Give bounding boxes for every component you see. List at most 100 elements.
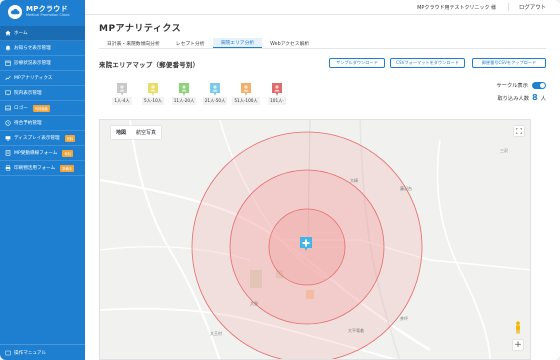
map-type-roadmap[interactable]: 地図 — [111, 126, 131, 139]
csv-format-download-button[interactable]: CSVフォーマットをダウンロード — [390, 58, 465, 68]
sidebar: MPクラウド Medical Promotion Cloud ホーム お知らせ表… — [0, 0, 85, 360]
clock-icon — [5, 120, 11, 126]
sidebar-item-in-clinic[interactable]: 院内表示管理 — [0, 86, 85, 101]
paid-badge: 有料 — [62, 149, 73, 157]
page-title: MPアナリティクス — [99, 24, 182, 34]
tab-web-access[interactable]: Webアクセス解析 — [262, 38, 317, 48]
sidebar-item-mp-form[interactable]: MP受動導線フォーム 有料 — [0, 146, 85, 161]
legend-label: 51人-100人 — [232, 97, 260, 105]
section-title: 来院エリアマップ（郵便番号別） — [99, 61, 200, 69]
print-icon — [5, 165, 11, 171]
home-icon — [5, 30, 11, 36]
top-bar: MPクラウド用テストクリニック 様 ログアウト — [85, 0, 560, 15]
map-type-satellite[interactable]: 航空写真 — [131, 126, 161, 139]
sidebar-nav: ホーム お知らせ表示管理 診療状況表示管理 MPアナリティクス 院内表示管理 ロ… — [0, 26, 85, 176]
manual-label: 操作マニュアル — [14, 350, 47, 356]
circle-display-toggle[interactable] — [532, 81, 546, 89]
legend-item: 51人-100人 — [232, 81, 260, 105]
manual-link[interactable]: 操作マニュアル — [0, 344, 85, 360]
sample-download-button[interactable]: サンプルダウンロード — [329, 58, 385, 68]
sidebar-item-label: MP受動導線フォーム — [14, 151, 58, 156]
display-icon — [5, 135, 11, 141]
sidebar-item-label: ディスプレイ表示管理 — [14, 136, 60, 141]
sidebar-item-print-form[interactable]: 印刷物活用フォーム 準備中 — [0, 161, 85, 176]
sidebar-item-home[interactable]: ホーム — [0, 26, 85, 41]
logout-link[interactable]: ログアウト — [508, 3, 546, 11]
brand-subtitle: Medical Promotion Cloud — [26, 13, 70, 18]
tab-daily-trend[interactable]: 日計表・来院数傾向分析 — [99, 38, 168, 48]
sidebar-item-label: MPアナリティクス — [14, 76, 53, 81]
cloud-logo-icon — [8, 5, 22, 19]
map-place-label: 三沢 — [500, 147, 508, 153]
legend-item: 1人-4人 — [111, 81, 133, 105]
map-pin-icon — [179, 81, 189, 96]
sidebar-item-logo[interactable]: ロゴー 有料機能 — [0, 101, 85, 116]
brand-name: MPクラウド — [26, 5, 68, 14]
clinic-location-icon[interactable] — [300, 236, 312, 251]
sidebar-item-analytics[interactable]: MPアナリティクス — [0, 71, 85, 86]
sidebar-item-label: 待合予約管理 — [14, 121, 42, 126]
legend-label: 11人-20人 — [171, 97, 197, 105]
sidebar-item-schedule[interactable]: 診療状況表示管理 — [0, 56, 85, 71]
legend-label: 5人-10人 — [142, 97, 164, 105]
sidebar-item-label: 院内表示管理 — [14, 91, 42, 96]
load-count-value: 8 — [532, 93, 538, 102]
legend-label: 1人-4人 — [112, 97, 132, 105]
street-view-pegman-icon[interactable] — [514, 319, 522, 334]
image-icon — [5, 105, 11, 111]
legend-item: 101人- — [266, 81, 288, 105]
legend-item: 5人-10人 — [142, 81, 164, 105]
circle-display-label: サークル表示 — [496, 83, 528, 89]
circle-display-control: サークル表示 — [496, 81, 546, 89]
sidebar-item-label: ホーム — [14, 31, 28, 36]
monitor-icon — [5, 90, 11, 96]
legend-label: 101人- — [268, 97, 286, 105]
sidebar-item-label: ロゴー — [14, 106, 28, 111]
map-place-label: 大王村 — [210, 330, 222, 336]
bell-icon — [5, 45, 11, 51]
tab-visit-area[interactable]: 来院エリア分析 — [212, 38, 263, 48]
map-pin-icon — [117, 81, 127, 96]
sidebar-item-label: 診療状況表示管理 — [14, 61, 51, 66]
map-place-label: 大泉 — [250, 300, 258, 306]
map-type-switcher: 地図 航空写真 — [111, 126, 162, 139]
map-pin-icon — [210, 81, 220, 96]
map-place-label: 藤沢台 — [400, 185, 412, 191]
map-tiles: 大平竜着三沢大崎大平竜着藤沢台茶坪大泉大王村 — [100, 120, 530, 359]
fullscreen-icon[interactable] — [514, 126, 524, 136]
map-pin-icon — [241, 81, 251, 96]
map-pin-icon — [148, 81, 158, 96]
legend-item: 21人-50人 — [202, 81, 228, 105]
brand[interactable]: MPクラウド Medical Promotion Cloud — [0, 0, 85, 24]
map-pin-icon — [272, 81, 282, 96]
map-place-label: 大崎 — [350, 177, 358, 183]
sidebar-item-display[interactable]: ディスプレイ表示管理 有料 — [0, 131, 85, 146]
csv-upload-button[interactable]: 郵便番号CSVをアップロード — [472, 58, 546, 68]
coming-soon-badge: 準備中 — [60, 164, 75, 172]
paid-badge: 有料 — [64, 134, 76, 142]
chart-icon — [5, 75, 11, 81]
analysis-tabs: 日計表・来院数傾向分析 レセプト分析 来院エリア分析 Webアクセス解析 — [99, 38, 546, 49]
load-count-label: 取り込み人数 — [497, 96, 530, 102]
load-count-unit: 人 — [540, 96, 546, 102]
paid-badge: 有料機能 — [32, 104, 50, 112]
legend-item: 11人-20人 — [171, 81, 197, 105]
map-place-label: 大平竜着 — [348, 327, 364, 333]
sidebar-item-notices[interactable]: お知らせ表示管理 — [0, 41, 85, 56]
load-count: 取り込み人数 8 人 — [497, 93, 546, 102]
map-place-label: 茶坪 — [400, 315, 408, 321]
book-icon — [5, 350, 11, 356]
account-name: MPクラウド用テストクリニック 様 — [417, 4, 497, 11]
sidebar-item-label: お知らせ表示管理 — [14, 46, 51, 51]
legend-label: 21人-50人 — [202, 97, 228, 105]
zoom-in-icon[interactable]: + — [513, 340, 523, 350]
tab-receipt[interactable]: レセプト分析 — [168, 38, 213, 48]
sidebar-item-label: 印刷物活用フォーム — [14, 166, 56, 171]
visit-area-map[interactable]: 大平竜着三沢大崎大平竜着藤沢台茶坪大泉大王村 地図 航空写真 + — [99, 119, 531, 360]
calendar-icon — [5, 60, 11, 66]
marker-legend: 1人-4人 5人-10人 11人-20人 21人-50人 51人-100人 10… — [111, 81, 288, 105]
form-icon — [5, 150, 11, 156]
sidebar-item-waiting[interactable]: 待合予約管理 — [0, 116, 85, 131]
main-content: MPアナリティクス 日計表・来院数傾向分析 レセプト分析 来院エリア分析 Web… — [85, 15, 560, 360]
app-window: MPクラウド Medical Promotion Cloud ホーム お知らせ表… — [0, 0, 560, 360]
